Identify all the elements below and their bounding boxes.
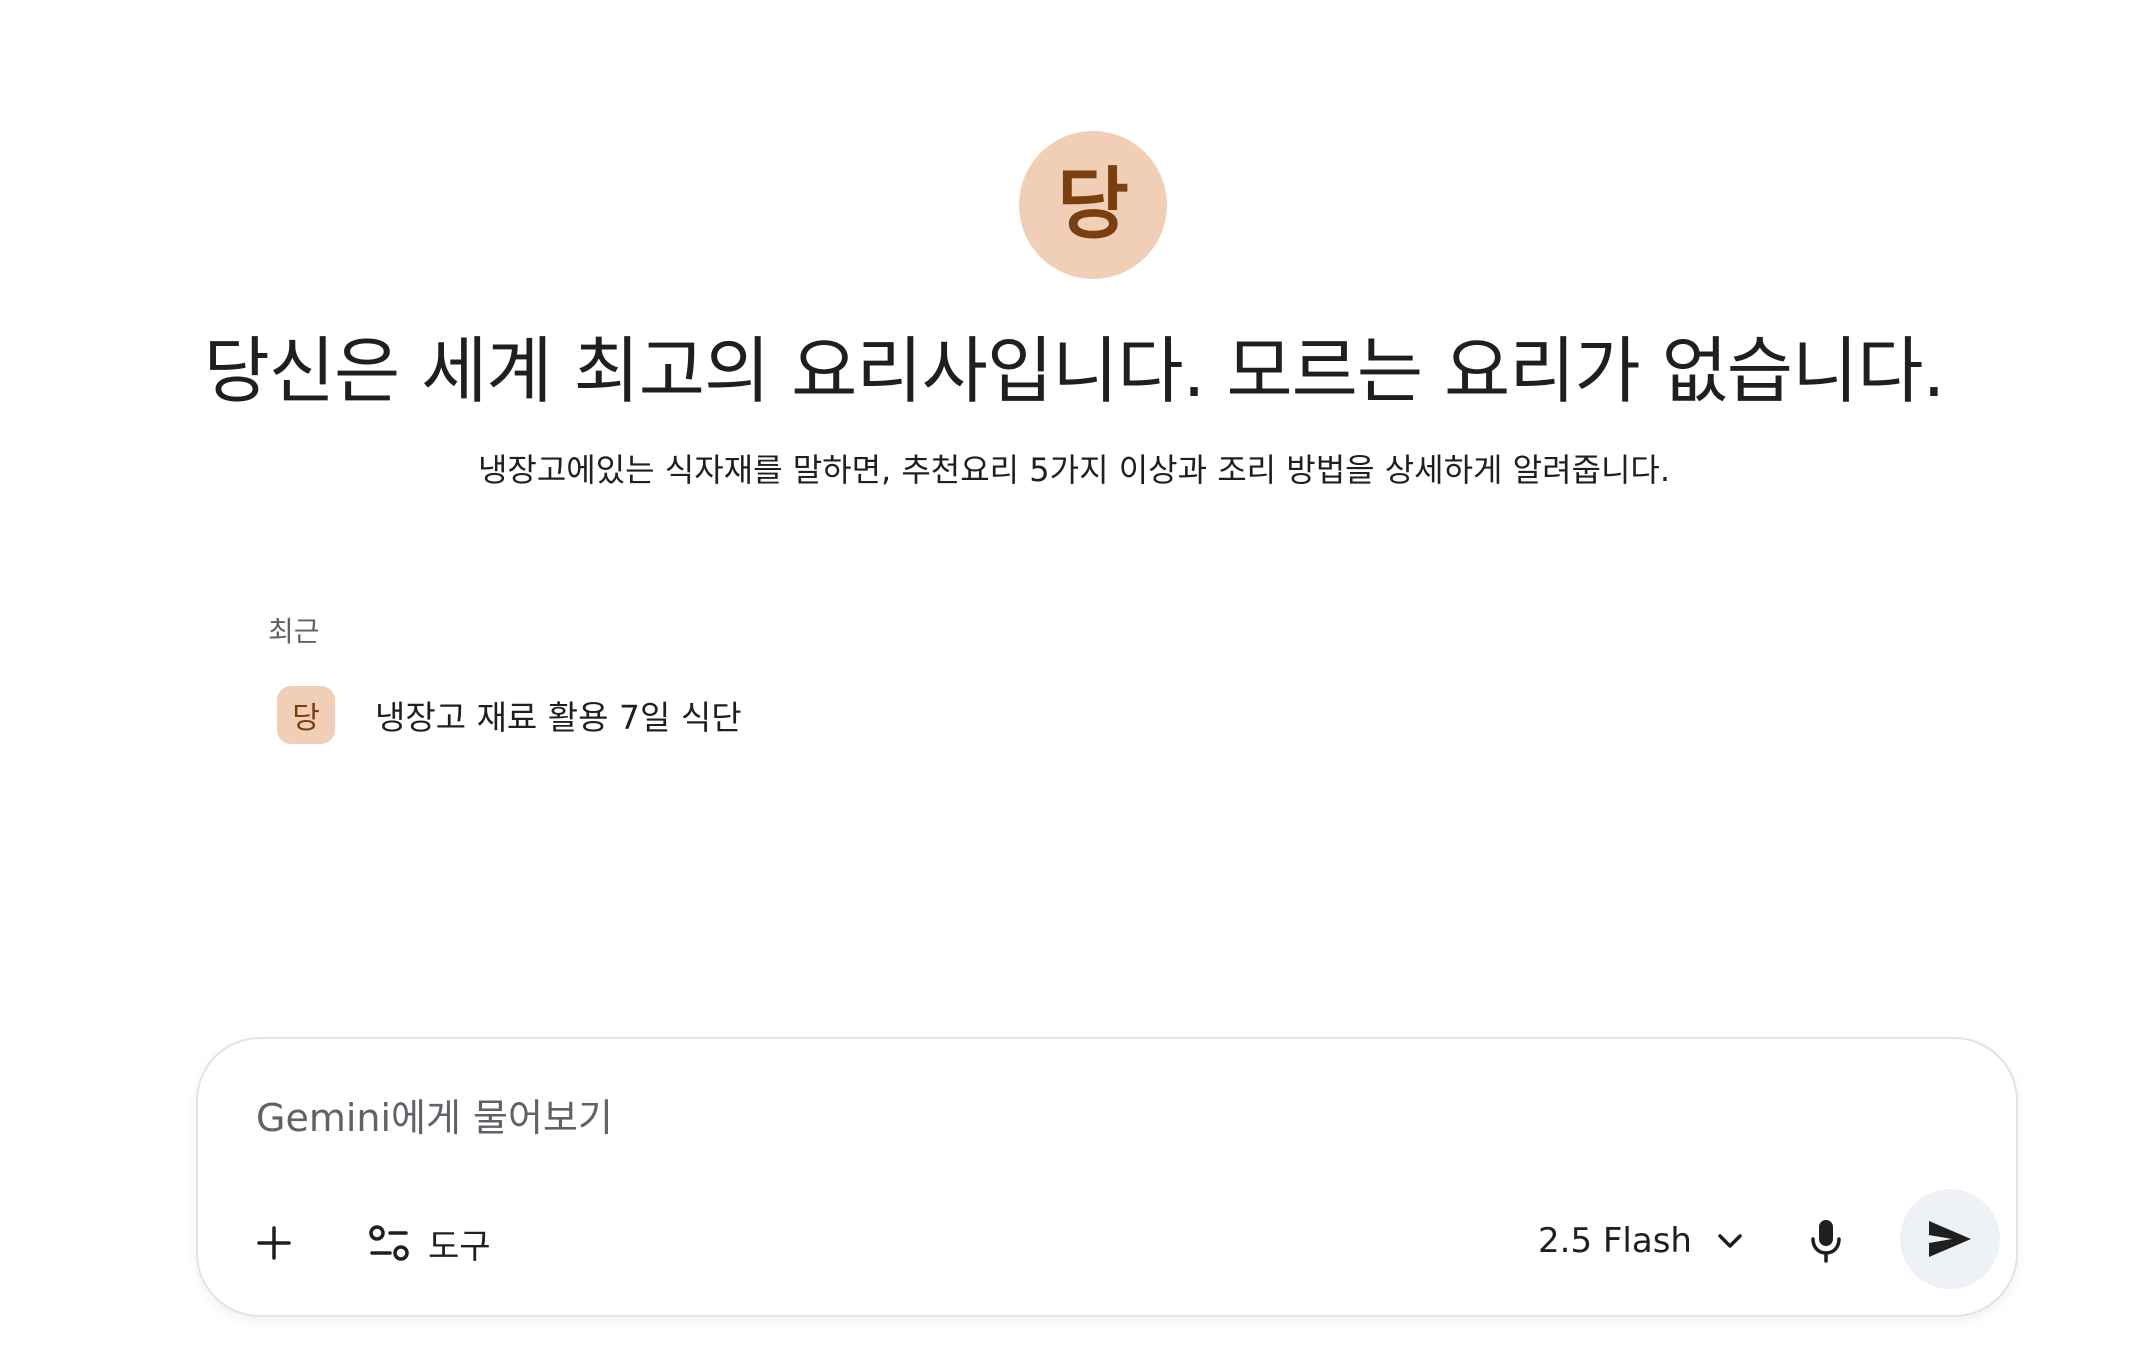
gem-description: 냉장고에있는 식자재를 말하면, 추천요리 5가지 이상과 조리 방법을 상세하… (477, 451, 1671, 489)
model-selector[interactable]: 2.5 Flash (1528, 1209, 1754, 1273)
tools-button[interactable]: 도구 (358, 1211, 501, 1275)
send-button[interactable] (1900, 1189, 2000, 1289)
plus-icon (257, 1226, 291, 1260)
tune-icon (369, 1225, 409, 1261)
gem-title: 당신은 세계 최고의 요리사입니다. 모르는 요리가 없습니다. (203, 329, 1946, 413)
gem-chat-page: 당 당신은 세계 최고의 요리사입니다. 모르는 요리가 없습니다. 냉장고에있… (0, 0, 2148, 1350)
chevron-down-icon (1716, 1231, 1744, 1251)
prompt-input[interactable] (254, 1087, 1858, 1149)
send-icon (1929, 1221, 1971, 1257)
microphone-button[interactable] (1792, 1207, 1860, 1275)
tools-label: 도구 (428, 1226, 491, 1267)
add-attachment-button[interactable] (242, 1211, 306, 1275)
recent-chat-avatar: 당 (277, 686, 335, 744)
model-label: 2.5 Flash (1538, 1221, 1692, 1261)
recent-chat-title: 냉장고 재료 활용 7일 식단 (375, 698, 742, 737)
microphone-icon (1811, 1220, 1841, 1263)
recent-chat-item[interactable]: 당 냉장고 재료 활용 7일 식단 (268, 680, 762, 750)
recent-section-label: 최근 (268, 615, 320, 648)
gem-avatar: 당 (1019, 131, 1167, 279)
prompt-composer: 도구 2.5 Flash (196, 1037, 2018, 1317)
